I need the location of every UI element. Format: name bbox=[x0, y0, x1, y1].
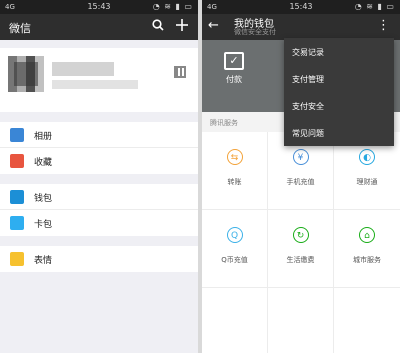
cube-icon bbox=[10, 154, 24, 168]
overflow-menu-item[interactable]: 支付管理 bbox=[284, 65, 394, 92]
pay-button[interactable]: ✓ 付款 bbox=[212, 52, 256, 85]
service-tile[interactable]: ⌂ 城市服务 bbox=[334, 210, 400, 288]
search-icon[interactable] bbox=[152, 18, 164, 36]
wechat-id-redacted bbox=[52, 80, 138, 89]
service-label: Q币充值 bbox=[221, 256, 248, 264]
card-icon bbox=[10, 216, 24, 230]
app-bar: 微信 bbox=[0, 14, 198, 40]
emoji-icon bbox=[10, 252, 24, 266]
overflow-menu-item[interactable]: 交易记录 bbox=[284, 38, 394, 65]
plus-icon[interactable] bbox=[176, 18, 188, 36]
phone-topup-icon: ¥ bbox=[292, 149, 309, 165]
wealth-icon: ◐ bbox=[359, 149, 375, 165]
wallet-subtitle: 微信安全支付 bbox=[234, 28, 276, 36]
status-bar: 4G 15:43 ◔ ≋ ▮ ▭ bbox=[0, 0, 198, 14]
empty-grid-row bbox=[202, 288, 400, 353]
service-tile[interactable]: Q Q币充值 bbox=[202, 210, 268, 288]
city-icon: ⌂ bbox=[359, 227, 375, 243]
menu-group: 表情 bbox=[0, 246, 198, 272]
profile-card[interactable] bbox=[0, 48, 198, 112]
menu-group: 钱包 卡包 bbox=[0, 184, 198, 236]
menu-item-label: 卡包 bbox=[34, 220, 53, 230]
service-tile[interactable]: ↻ 生活缴费 bbox=[268, 210, 334, 288]
wallet-icon bbox=[10, 190, 24, 204]
qcoin-icon: Q bbox=[226, 227, 243, 243]
wallet-header: ← 我的钱包 微信安全支付 ⋮ bbox=[202, 14, 400, 40]
service-label: 手机充值 bbox=[286, 178, 315, 186]
menu-item[interactable]: 钱包 bbox=[0, 184, 198, 210]
scan-pay-icon: ✓ bbox=[224, 52, 244, 70]
service-label: 转账 bbox=[227, 178, 242, 186]
status-bar: 4G 15:43 ◔ ≋ ▮ ▭ bbox=[202, 0, 400, 14]
menu-item[interactable]: 相册 bbox=[0, 122, 198, 148]
overflow-menu-item[interactable]: 支付安全 bbox=[284, 92, 394, 119]
photo-icon bbox=[10, 128, 24, 142]
menu-item[interactable]: 表情 bbox=[0, 246, 198, 272]
qr-code-icon[interactable] bbox=[174, 66, 186, 78]
wallet-screen: 4G 15:43 ◔ ≋ ▮ ▭ ← 我的钱包 微信安全支付 ⋮ ✓ 付款 腾讯… bbox=[202, 0, 400, 353]
menu-item[interactable]: 收藏 bbox=[0, 148, 198, 174]
menu-item[interactable]: 卡包 bbox=[0, 210, 198, 236]
service-grid: ⇆ 转账 ¥ 手机充值 ◐ 理财通 Q Q币充值 ↻ 生活缴费 ⌂ 城市服务 bbox=[202, 132, 400, 288]
menu-item-label: 钱包 bbox=[34, 194, 53, 204]
menu-item-label: 收藏 bbox=[34, 158, 53, 168]
transfer-icon: ⇆ bbox=[226, 149, 243, 165]
overflow-menu-item[interactable]: 常见问题 bbox=[284, 119, 394, 146]
service-label: 城市服务 bbox=[353, 256, 381, 264]
status-icons: ◔ ≋ ▮ ▭ bbox=[152, 2, 193, 11]
back-arrow-icon[interactable]: ← bbox=[208, 18, 219, 33]
menu-group: 相册 收藏 bbox=[0, 122, 198, 174]
status-icons: ◔ ≋ ▮ ▭ bbox=[354, 2, 395, 11]
service-tile[interactable]: ⇆ 转账 bbox=[202, 132, 268, 210]
more-vertical-icon[interactable]: ⋮ bbox=[377, 18, 390, 33]
avatar[interactable] bbox=[8, 56, 44, 92]
service-label: 理财通 bbox=[356, 178, 378, 186]
menu-item-label: 相册 bbox=[34, 132, 53, 142]
overflow-menu: 交易记录 支付管理 支付安全 常见问题 bbox=[284, 38, 394, 146]
nickname-redacted bbox=[52, 62, 114, 76]
service-label: 生活缴费 bbox=[286, 256, 315, 264]
utility-icon: ↻ bbox=[292, 227, 309, 243]
app-title: 微信 bbox=[9, 22, 31, 35]
pay-label: 付款 bbox=[226, 75, 242, 84]
wechat-me-screen: 4G 15:43 ◔ ≋ ▮ ▭ 微信 相册收藏钱包卡包表情 bbox=[0, 0, 198, 353]
menu-item-label: 表情 bbox=[34, 256, 53, 266]
